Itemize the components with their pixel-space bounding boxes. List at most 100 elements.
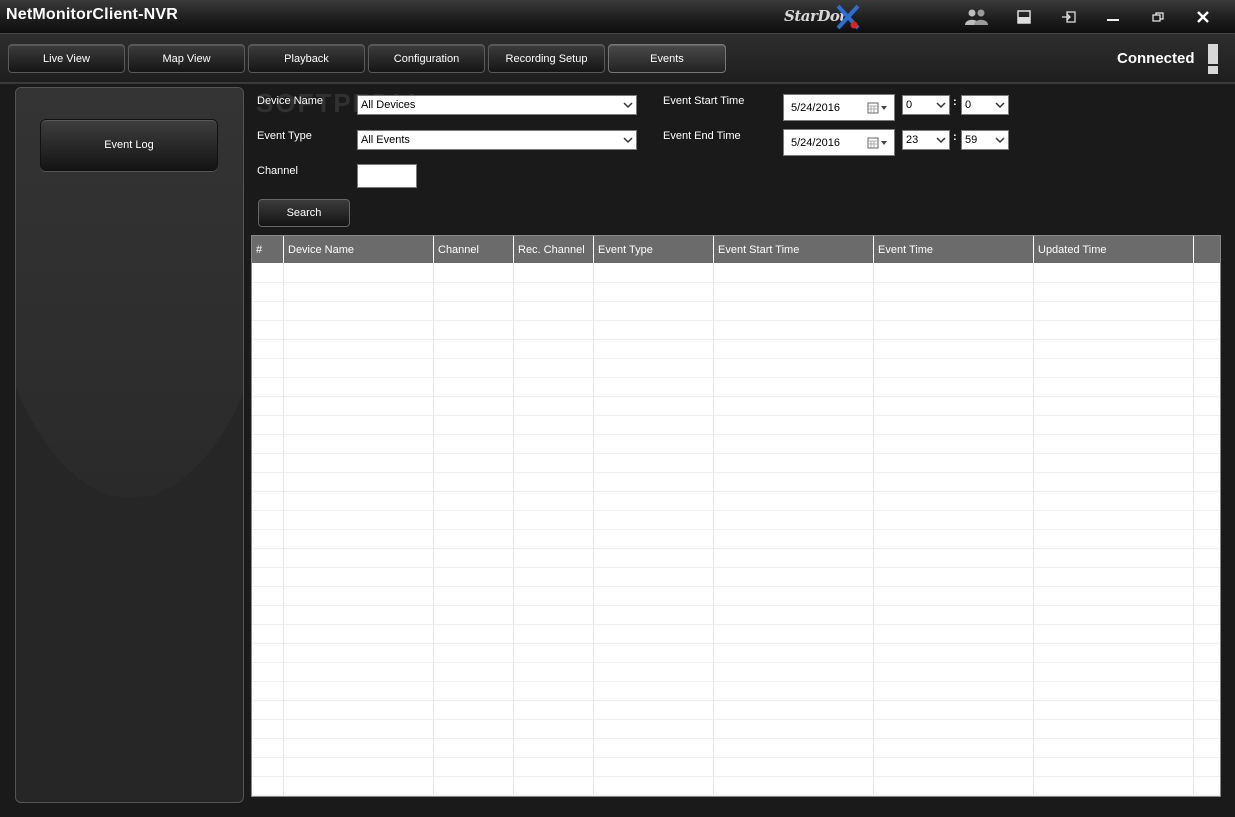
chevron-down-icon <box>936 102 946 109</box>
row-divider <box>252 301 1220 302</box>
calendar-icon <box>867 137 887 149</box>
row-divider <box>252 472 1220 473</box>
event-type-value: All Events <box>361 134 410 146</box>
row-divider <box>252 738 1220 739</box>
table-header: # Device Name Channel Rec. Channel Event… <box>252 236 1220 263</box>
title-bar: NetMonitorClient-NVR StarDot <box>0 0 1235 34</box>
device-name-select[interactable]: All Devices <box>357 95 637 115</box>
start-minute-value: 0 <box>965 99 972 111</box>
row-divider <box>252 624 1220 625</box>
column-header-rec-channel[interactable]: Rec. Channel <box>514 236 594 263</box>
event-start-time-label: Event Start Time <box>663 95 745 107</box>
restore-button[interactable] <box>1145 6 1171 28</box>
column-header-channel[interactable]: Channel <box>434 236 514 263</box>
row-divider <box>252 719 1220 720</box>
layout-button[interactable] <box>1011 6 1037 28</box>
start-hour-value: 0 <box>906 99 913 111</box>
end-minute-select[interactable]: 59 <box>961 130 1009 150</box>
calendar-icon <box>867 102 887 114</box>
chevron-down-icon <box>995 137 1005 144</box>
row-divider <box>252 700 1220 701</box>
time-separator: : <box>953 96 957 108</box>
row-divider <box>252 358 1220 359</box>
start-hour-select[interactable]: 0 <box>902 95 950 115</box>
close-icon <box>1197 11 1209 23</box>
tab-playback[interactable]: Playback <box>248 44 365 73</box>
row-divider <box>252 681 1220 682</box>
chevron-down-icon <box>995 102 1005 109</box>
row-divider <box>252 548 1220 549</box>
row-divider <box>252 491 1220 492</box>
start-date-value: 5/24/2016 <box>791 101 840 114</box>
column-header-event-type[interactable]: Event Type <box>594 236 714 263</box>
end-minute-value: 59 <box>965 134 978 146</box>
chevron-down-icon <box>623 137 633 144</box>
column-header-updated-time[interactable]: Updated Time <box>1034 236 1194 263</box>
layout-icon <box>1017 10 1031 24</box>
row-divider <box>252 510 1220 511</box>
row-divider <box>252 662 1220 663</box>
column-header-number[interactable]: # <box>252 236 284 263</box>
row-divider <box>252 320 1220 321</box>
event-type-select[interactable]: All Events <box>357 130 637 150</box>
users-icon <box>965 9 988 25</box>
stardot-logo: StarDot <box>784 3 864 31</box>
start-date-picker[interactable]: 5/24/2016 <box>783 94 895 121</box>
row-divider <box>252 282 1220 283</box>
chevron-down-icon <box>936 137 946 144</box>
connection-indicator-icon <box>1208 44 1218 74</box>
tab-map-view[interactable]: Map View <box>128 44 245 73</box>
column-header-device-name[interactable]: Device Name <box>284 236 434 263</box>
tab-live-view[interactable]: Live View <box>8 44 125 73</box>
minimize-button[interactable] <box>1100 6 1126 28</box>
row-divider <box>252 567 1220 568</box>
chevron-down-icon <box>623 102 633 109</box>
device-name-label: Device Name <box>257 95 324 107</box>
event-type-label: Event Type <box>257 130 312 142</box>
column-header-event-start-time[interactable]: Event Start Time <box>714 236 874 263</box>
main-nav: Live View Map View Playback Configuratio… <box>0 34 1235 84</box>
row-divider <box>252 605 1220 606</box>
row-divider <box>252 396 1220 397</box>
row-divider <box>252 586 1220 587</box>
channel-input[interactable] <box>357 164 417 188</box>
row-divider <box>252 415 1220 416</box>
tab-events[interactable]: Events <box>608 44 726 73</box>
row-divider <box>252 795 1220 796</box>
close-button[interactable] <box>1190 6 1216 28</box>
logout-button[interactable] <box>1056 6 1082 28</box>
row-divider <box>252 453 1220 454</box>
tab-recording-setup[interactable]: Recording Setup <box>488 44 605 73</box>
end-hour-select[interactable]: 23 <box>902 130 950 150</box>
device-name-value: All Devices <box>361 99 416 111</box>
row-divider <box>252 339 1220 340</box>
end-date-picker[interactable]: 5/24/2016 <box>783 129 895 156</box>
logout-icon <box>1062 11 1076 23</box>
star-x-logo-icon <box>836 4 860 30</box>
end-date-value: 5/24/2016 <box>791 136 840 149</box>
event-end-time-label: Event End Time <box>663 130 741 142</box>
row-divider <box>252 776 1220 777</box>
column-header-filler <box>1194 236 1220 263</box>
app-title: NetMonitorClient-NVR <box>6 6 178 23</box>
row-divider <box>252 757 1220 758</box>
channel-label: Channel <box>257 165 298 177</box>
row-divider <box>252 529 1220 530</box>
time-separator: : <box>953 131 957 143</box>
event-log-button[interactable]: Event Log <box>40 119 218 171</box>
left-panel: Event Log <box>15 87 244 803</box>
start-minute-select[interactable]: 0 <box>961 95 1009 115</box>
search-button[interactable]: Search <box>258 199 350 227</box>
end-hour-value: 23 <box>906 134 919 146</box>
events-table[interactable]: # Device Name Channel Rec. Channel Event… <box>251 235 1221 797</box>
row-divider <box>252 434 1220 435</box>
minimize-icon <box>1107 19 1119 21</box>
row-divider <box>252 643 1220 644</box>
restore-icon <box>1152 12 1164 22</box>
table-body <box>252 263 1220 796</box>
row-divider <box>252 377 1220 378</box>
tab-configuration[interactable]: Configuration <box>368 44 485 73</box>
column-header-event-time[interactable]: Event Time <box>874 236 1034 263</box>
users-button[interactable] <box>964 6 990 28</box>
connection-status: Connected <box>1117 50 1195 67</box>
